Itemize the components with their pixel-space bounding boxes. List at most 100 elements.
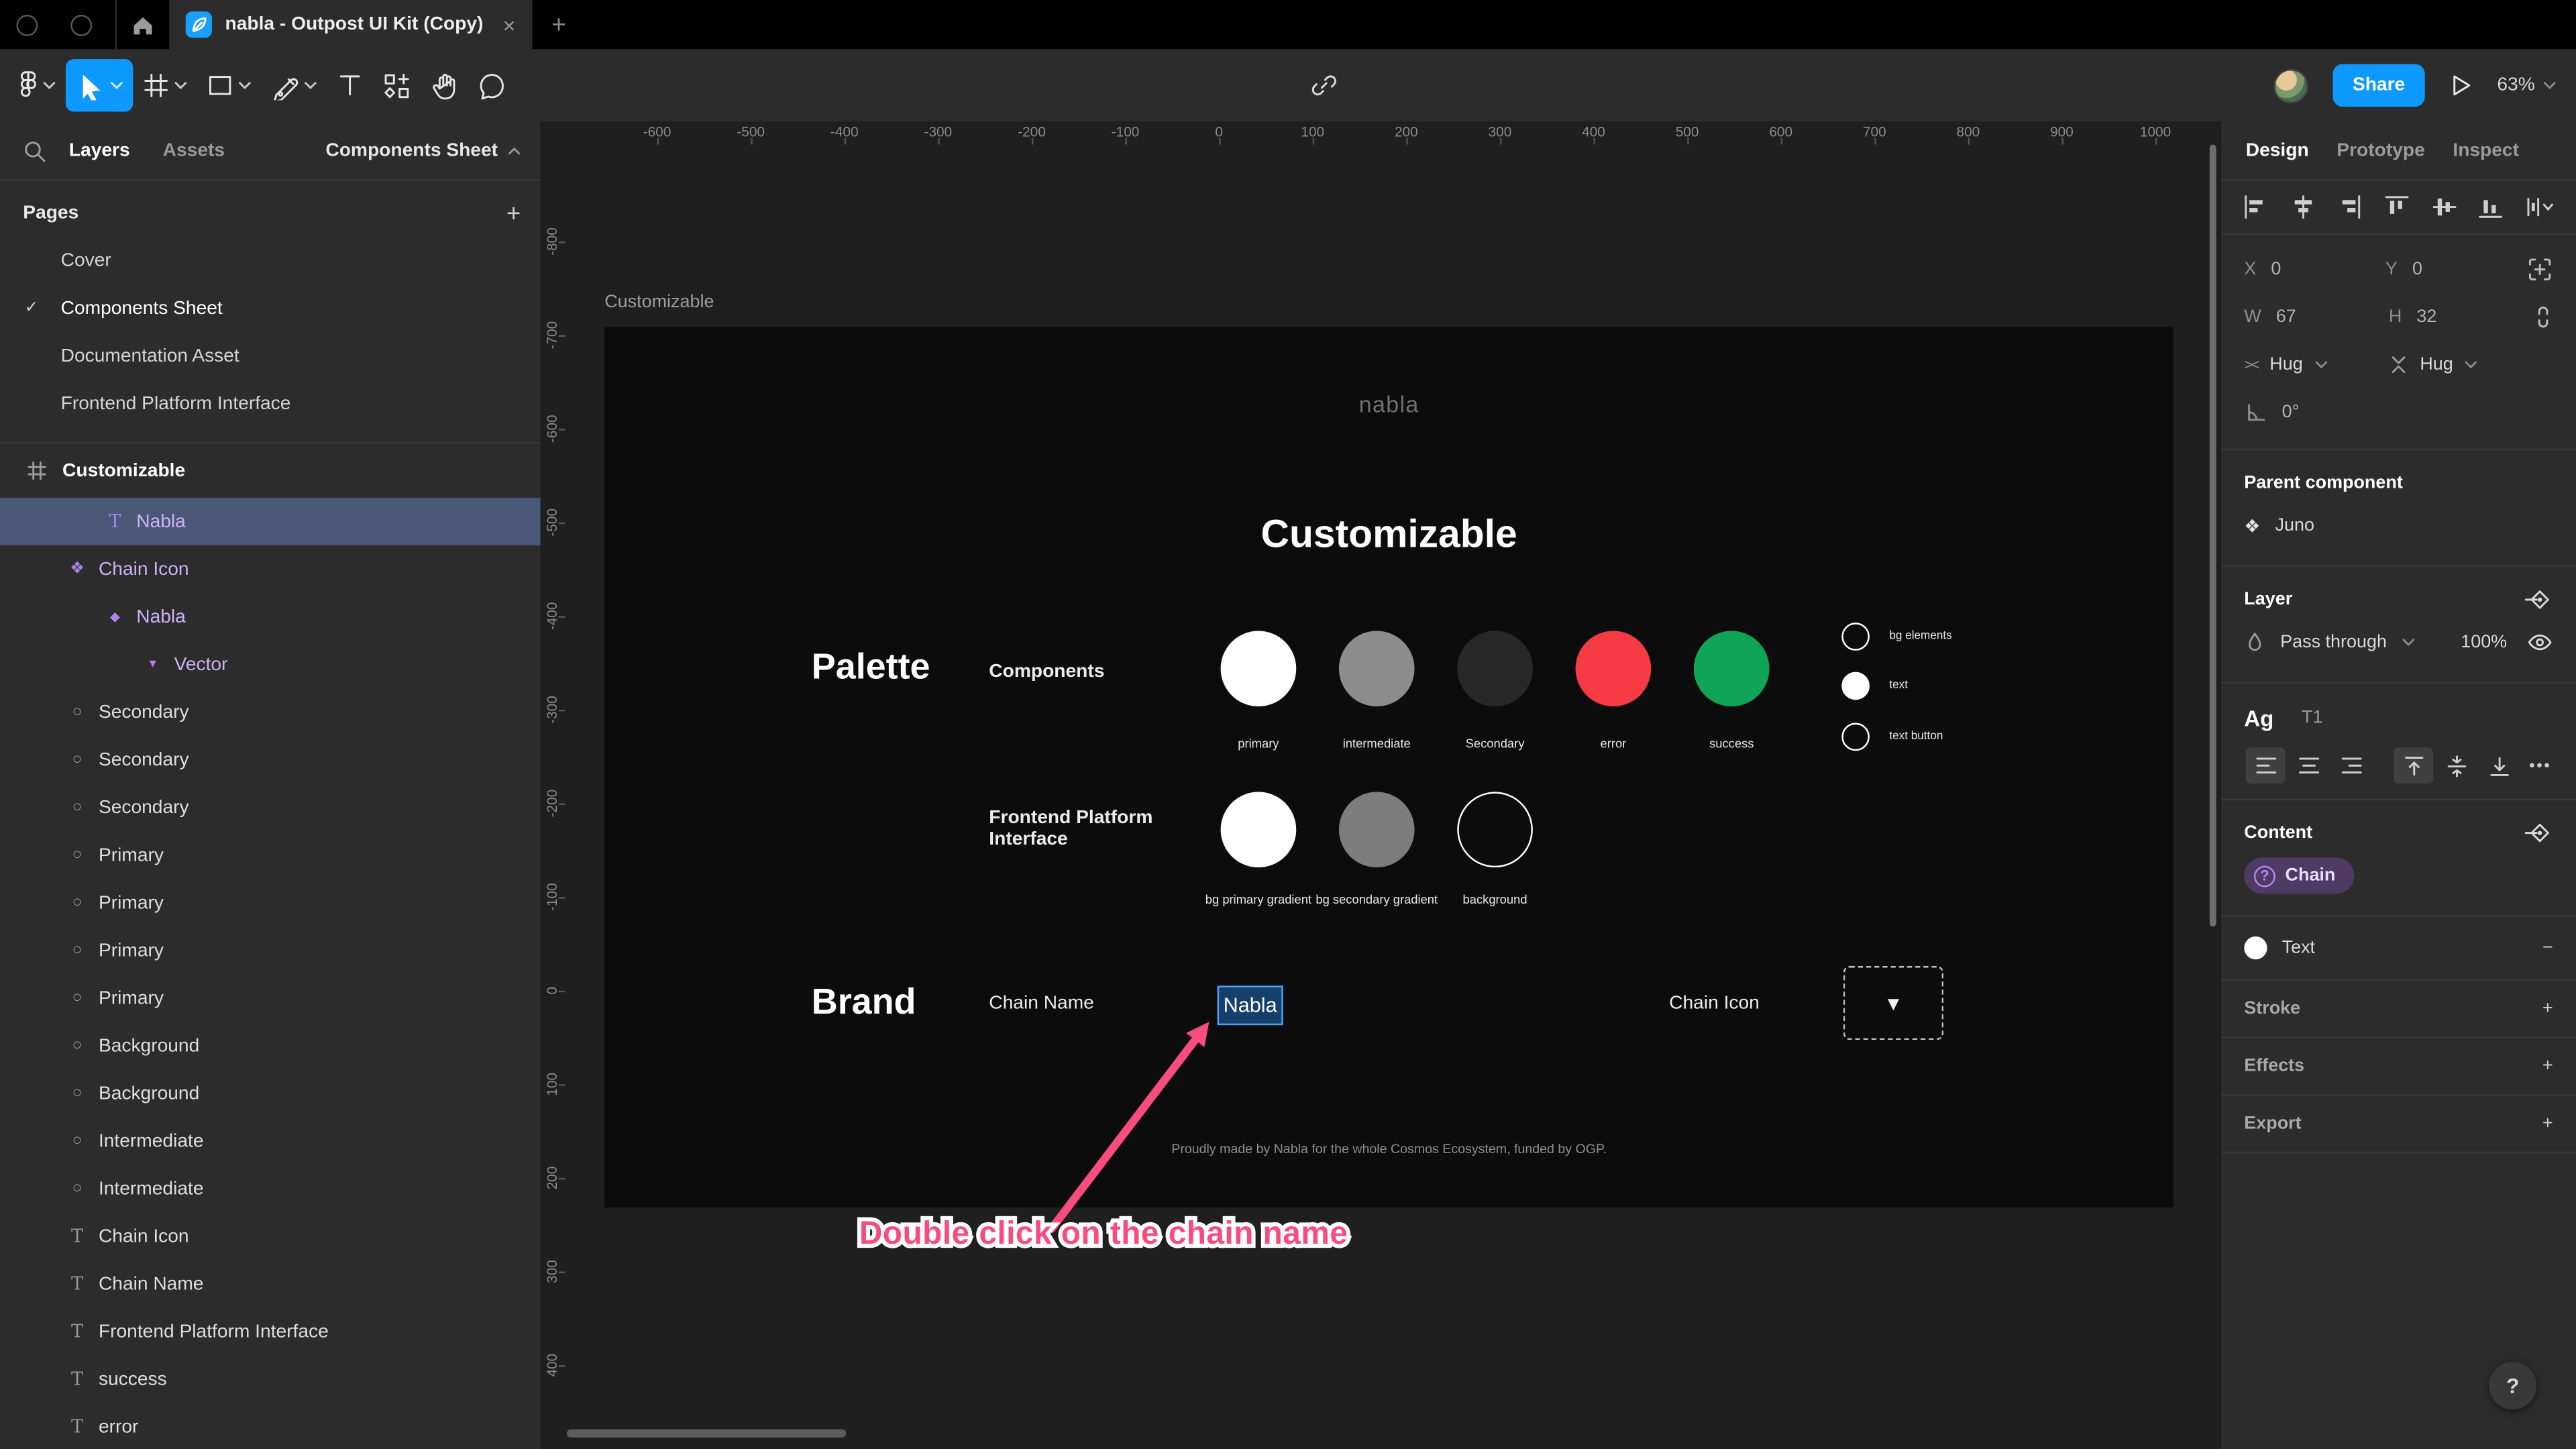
- blend-mode-dropdown[interactable]: Pass through: [2280, 633, 2387, 652]
- layer-row[interactable]: ◆Nabla: [0, 593, 541, 641]
- align-top-button[interactable]: [2383, 194, 2410, 220]
- layer-row[interactable]: ○Background: [0, 1022, 541, 1069]
- chain-icon-dropdown[interactable]: ▼: [1843, 966, 1943, 1040]
- text-align-center-button[interactable]: [2288, 747, 2328, 784]
- page-selector[interactable]: Components Sheet: [325, 140, 521, 160]
- parent-component-row[interactable]: ❖ Juno: [2244, 502, 2553, 549]
- page-item[interactable]: Cover: [0, 237, 541, 284]
- apply-content-variable-icon[interactable]: [2524, 821, 2553, 844]
- canvas[interactable]: -600-500-400-300-200-1000100200300400500…: [542, 121, 2219, 1449]
- align-to-frame-button[interactable]: [2527, 256, 2553, 282]
- layer-row[interactable]: ▼Vector: [0, 641, 541, 688]
- comment-tool-button[interactable]: [468, 59, 516, 111]
- layer-row[interactable]: ○Secondary: [0, 784, 541, 831]
- color-swatch[interactable]: [1457, 792, 1533, 867]
- color-swatch[interactable]: [1221, 631, 1297, 706]
- add-effect-button[interactable]: +: [2542, 1057, 2553, 1076]
- align-v-center-button[interactable]: [2431, 194, 2457, 220]
- rotation-input[interactable]: 0°: [2282, 402, 2300, 421]
- add-export-button[interactable]: +: [2542, 1114, 2553, 1133]
- vertical-scrollbar[interactable]: [2210, 145, 2216, 927]
- text-align-left-button[interactable]: [2246, 747, 2286, 784]
- hug-horizontal-dropdown[interactable]: ><Hug: [2244, 354, 2389, 374]
- new-tab-button[interactable]: +: [532, 11, 586, 39]
- color-swatch[interactable]: [1339, 792, 1415, 867]
- home-button[interactable]: [117, 0, 169, 49]
- page-item[interactable]: Frontend Platform Interface: [0, 380, 541, 427]
- panel-tab-design[interactable]: Design: [2246, 140, 2309, 160]
- visibility-toggle[interactable]: [2527, 633, 2553, 652]
- legend-swatch[interactable]: [1841, 623, 1870, 651]
- shape-tool-button[interactable]: [197, 59, 262, 111]
- fill-color-swatch[interactable]: [2244, 936, 2267, 959]
- type-style-name[interactable]: T1: [2302, 708, 2322, 728]
- layer-row[interactable]: TNabla: [0, 498, 541, 545]
- present-button[interactable]: [2449, 72, 2472, 99]
- hug-vertical-dropdown[interactable]: Hug: [2389, 352, 2534, 375]
- share-button[interactable]: Share: [2333, 64, 2425, 107]
- layer-row[interactable]: ○Primary: [0, 879, 541, 926]
- add-page-button[interactable]: +: [506, 200, 521, 228]
- layer-row[interactable]: Terror: [0, 1403, 541, 1449]
- layer-row[interactable]: ○Intermediate: [0, 1165, 541, 1212]
- opacity-input[interactable]: 100%: [2461, 633, 2507, 652]
- window-control-back[interactable]: [16, 14, 38, 36]
- help-button[interactable]: ?: [2489, 1362, 2536, 1409]
- section-customizable[interactable]: Customizable: [0, 443, 541, 498]
- page-item[interactable]: ✓Components Sheet: [0, 284, 541, 332]
- file-tab[interactable]: nabla - Outpost UI Kit (Copy) ×: [169, 0, 532, 49]
- content-variable-chip[interactable]: ? Chain: [2244, 857, 2353, 894]
- tab-layers[interactable]: Layers: [59, 140, 140, 160]
- avatar[interactable]: [2273, 68, 2308, 103]
- design-frame[interactable]: nabla Customizable Palette Components pr…: [604, 327, 2174, 1208]
- text-valign-top-button[interactable]: [2394, 747, 2433, 784]
- remove-fill-button[interactable]: −: [2542, 938, 2553, 957]
- fill-row[interactable]: Text −: [2244, 925, 2553, 971]
- color-swatch[interactable]: [1457, 631, 1533, 706]
- color-swatch[interactable]: [1221, 792, 1297, 867]
- legend-swatch[interactable]: [1841, 672, 1870, 700]
- horizontal-scrollbar[interactable]: [567, 1430, 846, 1438]
- layer-row[interactable]: ○Background: [0, 1069, 541, 1117]
- legend-swatch[interactable]: [1841, 723, 1870, 751]
- main-menu-button[interactable]: [7, 59, 66, 111]
- layer-row[interactable]: ○Secondary: [0, 688, 541, 736]
- height-input[interactable]: 32: [2416, 307, 2436, 326]
- color-swatch[interactable]: [1694, 631, 1770, 706]
- add-stroke-button[interactable]: +: [2542, 999, 2553, 1018]
- type-settings-button[interactable]: •••: [2529, 757, 2551, 775]
- pen-tool-button[interactable]: [261, 59, 327, 111]
- hand-tool-button[interactable]: [421, 59, 468, 111]
- window-control-forward[interactable]: [70, 14, 92, 36]
- layer-row[interactable]: ❖Chain Icon: [0, 545, 541, 593]
- align-h-center-button[interactable]: [2290, 194, 2316, 220]
- constrain-proportions-toggle[interactable]: [2533, 303, 2553, 329]
- panel-tab-prototype[interactable]: Prototype: [2337, 140, 2424, 160]
- tab-close-icon[interactable]: ×: [503, 12, 516, 37]
- zoom-menu[interactable]: 63%: [2497, 76, 2556, 95]
- text-tool-button[interactable]: [327, 59, 373, 111]
- move-tool-button[interactable]: [66, 59, 133, 111]
- text-valign-bottom-button[interactable]: [2479, 747, 2519, 784]
- layer-row[interactable]: TChain Name: [0, 1260, 541, 1307]
- width-input[interactable]: 67: [2276, 307, 2296, 326]
- layer-row[interactable]: ○Secondary: [0, 736, 541, 784]
- panel-tab-inspect[interactable]: Inspect: [2453, 140, 2519, 160]
- layer-row[interactable]: ○Intermediate: [0, 1117, 541, 1165]
- share-link-button[interactable]: [1311, 49, 1337, 121]
- layer-row[interactable]: ○Primary: [0, 926, 541, 974]
- layer-row[interactable]: TFrontend Platform Interface: [0, 1307, 541, 1355]
- frame-name-label[interactable]: Customizable: [604, 292, 714, 312]
- layer-row[interactable]: Tsuccess: [0, 1355, 541, 1403]
- align-bottom-button[interactable]: [2478, 194, 2504, 220]
- distribute-menu-button[interactable]: [2525, 194, 2555, 220]
- text-align-right-button[interactable]: [2331, 747, 2371, 784]
- align-right-button[interactable]: [2337, 194, 2363, 220]
- layer-row[interactable]: ○Primary: [0, 974, 541, 1022]
- align-left-button[interactable]: [2243, 194, 2269, 220]
- resources-button[interactable]: [373, 59, 421, 111]
- color-swatch[interactable]: [1339, 631, 1415, 706]
- y-input[interactable]: 0: [2412, 259, 2422, 278]
- text-valign-middle-button[interactable]: [2436, 747, 2476, 784]
- layer-row[interactable]: TChain Icon: [0, 1212, 541, 1260]
